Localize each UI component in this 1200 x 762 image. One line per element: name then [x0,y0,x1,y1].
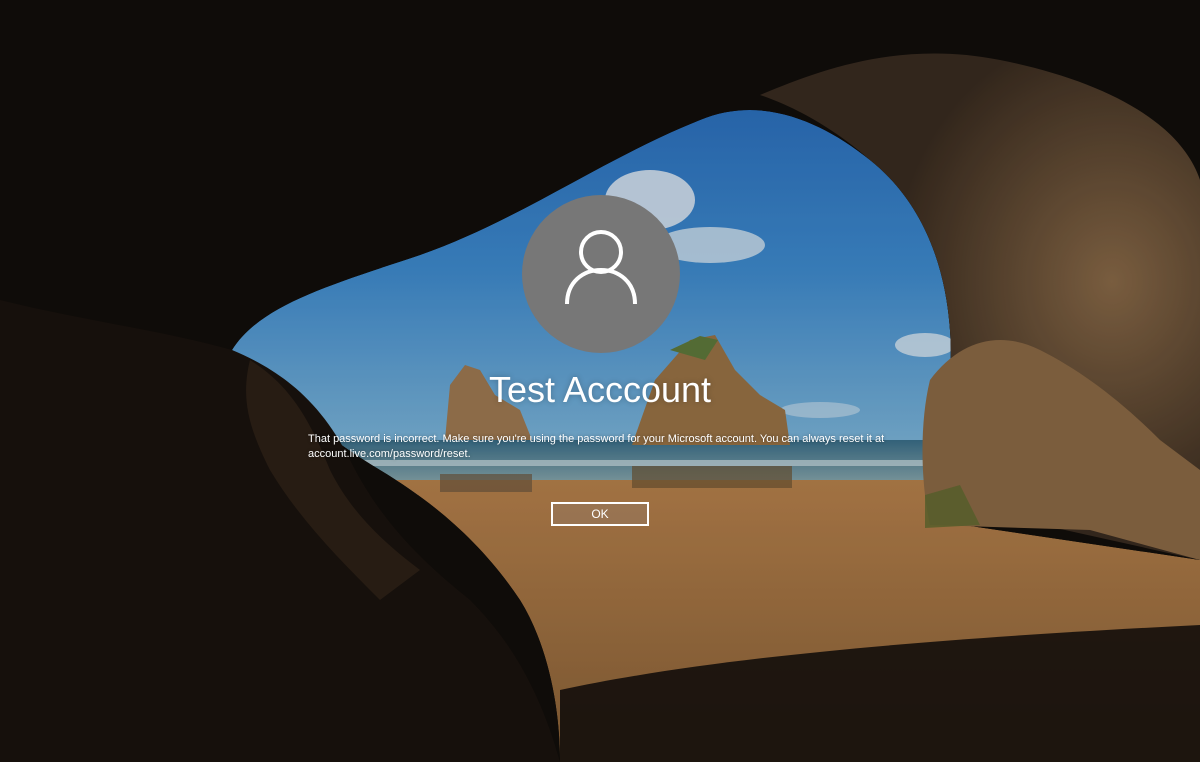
user-icon [565,230,637,305]
error-message: That password is incorrect. Make sure yo… [308,432,908,462]
password-reset-link-text: account.live.com/password/reset. [308,448,471,460]
error-message-line: That password is incorrect. Make sure yo… [308,433,885,445]
user-avatar [522,195,680,353]
user-name: Test Acccount [488,369,712,410]
ok-button[interactable]: OK [551,502,649,526]
